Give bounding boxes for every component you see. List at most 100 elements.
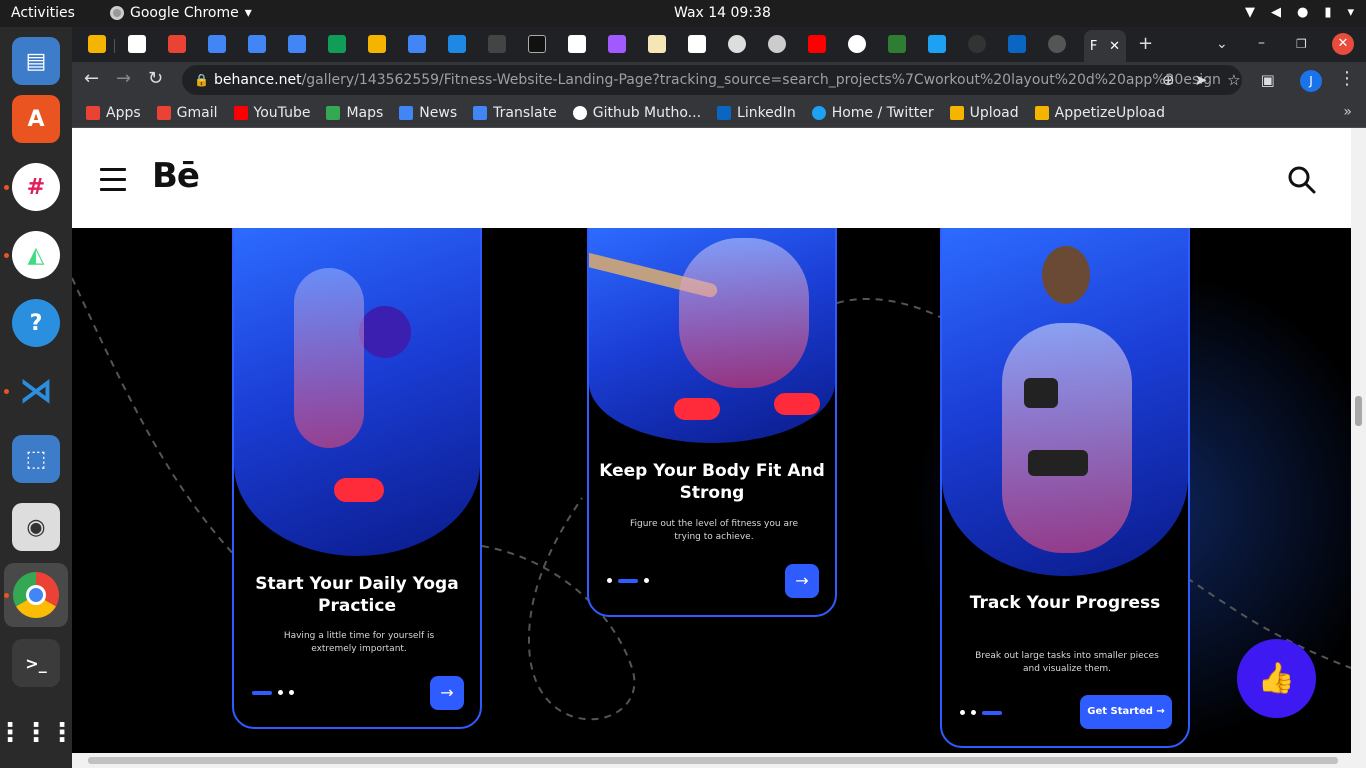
tab-favicon[interactable] [448,35,466,53]
activities-button[interactable]: Activities [11,5,75,21]
maximize-button[interactable]: ❐ [1296,37,1307,51]
tab-favicon[interactable] [288,35,306,53]
bookmark-github[interactable]: Github Mutho... [572,105,701,121]
next-button[interactable]: → [430,676,464,710]
phone-subtitle: Having a little time for yourself is ext… [283,631,435,654]
clock[interactable]: Wax 14 09:38 [674,5,771,21]
tab-favicon[interactable] [208,35,226,53]
tab-favicon[interactable] [528,35,546,53]
thumbs-up-icon: 👍 [1257,661,1296,696]
tab-favicon[interactable] [368,35,386,53]
bookmark-youtube[interactable]: YouTube [233,105,310,121]
bookmark-label: News [419,104,458,121]
profile-avatar[interactable]: J [1300,70,1322,92]
scrollbar-thumb[interactable] [88,757,1338,764]
vertical-scrollbar[interactable] [1351,128,1366,768]
bookmark-news[interactable]: News [399,105,457,121]
tab-favicon[interactable] [488,35,506,53]
tab-search-icon[interactable]: ⌄ [1216,36,1228,52]
next-button[interactable]: → [785,564,819,598]
bookmark-gmail[interactable]: Gmail [156,105,218,121]
tab-favicon[interactable] [928,35,946,53]
bookmark-twitter[interactable]: Home / Twitter [811,105,934,121]
bookmark-star-icon[interactable]: ☆ [1227,71,1240,89]
new-tab-button[interactable]: + [1138,33,1153,54]
tab-favicon[interactable] [968,35,986,53]
vscode-icon[interactable]: ⋊ [12,367,60,415]
sneaker [674,398,720,420]
microphone-icon: ● [1296,5,1309,20]
tab-favicon[interactable] [888,35,906,53]
get-started-button[interactable]: Get Started → [1080,695,1172,729]
bookmark-maps[interactable]: Maps [326,105,383,121]
address-bar[interactable]: 🔒 behance.net/gallery/143562559/Fitness-… [182,65,1242,95]
appreciate-button[interactable]: 👍 [1237,639,1316,718]
dock: ▤ A # ◭ ? ⋊ ⬚ ◉ >_ ⋮⋮⋮ [0,27,75,768]
bookmarks-overflow-icon[interactable]: » [1343,104,1352,120]
screenshot-icon[interactable]: ⬚ [12,435,60,483]
chrome-icon[interactable] [4,563,68,627]
tab-favicon[interactable] [568,35,586,53]
behance-logo[interactable]: Bē [152,156,200,196]
tab-favicon[interactable] [728,35,746,53]
scrollbar-thumb[interactable] [1355,396,1362,426]
app-menu[interactable]: Google Chrome ▾ [110,5,252,21]
horizontal-scrollbar[interactable] [72,753,1351,768]
translate-icon [473,105,488,120]
pagination-dots [960,710,1002,715]
bookmark-apps[interactable]: Apps [86,105,141,121]
show-apps-icon[interactable]: ⋮⋮⋮ [0,709,75,757]
tab-favicon[interactable] [1048,35,1066,53]
bookmark-upload[interactable]: Upload [949,105,1019,121]
tab-favicon[interactable] [88,35,106,53]
pagination-dots [252,690,294,695]
bookmark-linkedin[interactable]: LinkedIn [717,105,796,121]
send-icon[interactable]: ➤ [1195,71,1208,89]
zoom-icon[interactable]: ⊕ [1162,71,1175,89]
system-tray[interactable]: ▼ ◀ ● ▮ ▾ [1245,5,1354,20]
tab-favicon[interactable] [408,35,426,53]
tab-favicon[interactable] [328,35,346,53]
text-editor-icon[interactable]: ▤ [12,37,60,85]
running-indicator [4,593,9,598]
sneaker [334,478,384,502]
active-tab[interactable]: F ✕ [1084,30,1126,62]
hamburger-menu-icon[interactable] [100,168,126,198]
tab-favicon[interactable] [768,35,786,53]
back-button[interactable]: ← [84,68,99,89]
tab-favicon[interactable] [648,35,666,53]
tab-favicon[interactable] [168,35,186,53]
window-close-button[interactable]: ✕ [1332,33,1354,55]
side-panel-icon[interactable]: ▣ [1261,71,1275,89]
tab-favicon[interactable] [688,35,706,53]
search-icon[interactable] [1286,164,1318,196]
dumbbell [1028,450,1088,476]
android-studio-icon[interactable]: ◭ [12,231,60,279]
software-center-icon[interactable]: A [12,95,60,143]
bookmark-label: Maps [346,104,384,121]
bookmark-translate[interactable]: Translate [473,105,557,121]
tab-favicon[interactable] [808,35,826,53]
bookmark-appetize[interactable]: AppetizeUpload [1034,105,1165,121]
tab-favicon[interactable] [248,35,266,53]
phone-mockup-fitness: Keep Your Body Fit And Strong Figure out… [587,228,837,617]
phone-subtitle: Break out large tasks into smaller piece… [975,651,1159,674]
image-viewer-icon[interactable]: ◉ [12,503,60,551]
twitter-icon [811,105,826,120]
tab-favicon[interactable] [848,35,866,53]
minimize-button[interactable]: – [1258,35,1265,51]
terminal-icon[interactable]: >_ [12,639,60,687]
reload-button[interactable]: ↻ [148,68,163,89]
forward-button[interactable]: → [116,68,131,89]
tab-favicon[interactable] [608,35,626,53]
athlete-photo [942,228,1188,576]
athlete-photo [589,228,835,443]
athlete-photo [234,228,480,556]
tab-favicon[interactable] [1008,35,1026,53]
help-icon[interactable]: ? [12,299,60,347]
running-indicator [4,253,9,258]
slack-icon[interactable]: # [12,163,60,211]
close-icon[interactable]: ✕ [1109,39,1120,54]
tab-favicon[interactable] [128,35,146,53]
kebab-menu-icon[interactable]: ⋮ [1338,68,1356,89]
